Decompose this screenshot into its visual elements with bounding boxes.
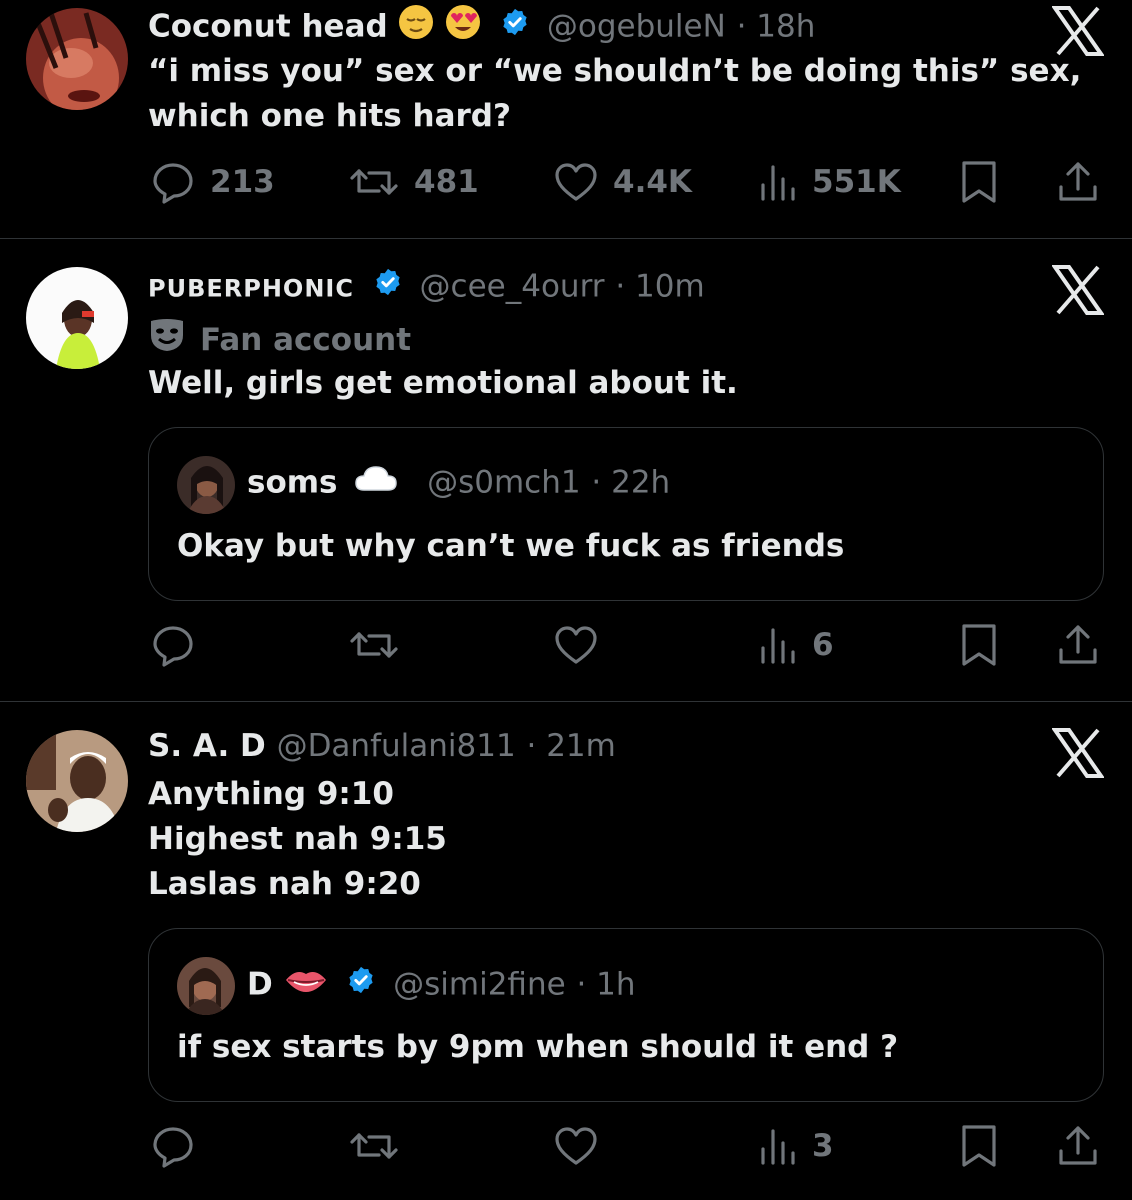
tweet-2[interactable]: PUBERPHONIC @cee_4ourr · 10m Fan account… bbox=[0, 239, 1132, 701]
author-name[interactable]: Coconut head bbox=[148, 9, 388, 45]
heart-icon bbox=[555, 163, 597, 201]
quoted-author-handle: @simi2fine bbox=[393, 966, 566, 1003]
quoted-timestamp: · 22h bbox=[591, 464, 671, 501]
bookmark-icon bbox=[962, 1125, 996, 1167]
timestamp[interactable]: · 21m bbox=[526, 728, 615, 764]
bookmark-button[interactable] bbox=[958, 1116, 1000, 1176]
action-bar: 3 bbox=[0, 1116, 1132, 1176]
like-button[interactable] bbox=[553, 1116, 599, 1176]
tweet-text-line: which one hits hard? bbox=[148, 98, 511, 134]
author-name[interactable]: PUBERPHONIC bbox=[148, 275, 354, 303]
bookmark-button[interactable] bbox=[958, 152, 1000, 212]
quoted-avatar bbox=[177, 957, 235, 1015]
retweet-button[interactable] bbox=[348, 1116, 400, 1176]
tweet-text: Anything 9:10 Highest nah 9:15 Laslas na… bbox=[148, 772, 447, 907]
author-line: PUBERPHONIC @cee_4ourr · 10m bbox=[148, 267, 705, 309]
verified-badge-icon bbox=[500, 7, 530, 45]
retweet-icon bbox=[350, 632, 398, 658]
view-count: 3 bbox=[812, 1128, 834, 1164]
quoted-text: Okay but why can’t we fuck as friends bbox=[177, 528, 845, 564]
heart-eyes-emoji bbox=[445, 4, 481, 48]
quoted-text: if sex starts by 9pm when should it end … bbox=[177, 1029, 899, 1065]
avatar[interactable] bbox=[26, 267, 128, 369]
retweet-button[interactable] bbox=[348, 615, 400, 675]
bookmark-icon bbox=[962, 161, 996, 203]
fan-account-text: Fan account bbox=[200, 322, 412, 358]
reply-button[interactable]: 213 bbox=[150, 152, 275, 212]
quoted-author-name: D bbox=[247, 966, 273, 1003]
tweet-3[interactable]: S. A. D @Danfulani811 · 21m Anything 9:1… bbox=[0, 702, 1132, 1200]
retweet-button[interactable]: 481 bbox=[348, 152, 479, 212]
share-button[interactable] bbox=[1055, 615, 1101, 675]
bookmark-button[interactable] bbox=[958, 615, 1000, 675]
quoted-timestamp: · 1h bbox=[576, 966, 636, 1003]
reply-icon bbox=[153, 1127, 193, 1168]
reply-button[interactable] bbox=[150, 615, 196, 675]
reply-button[interactable] bbox=[150, 1116, 196, 1176]
share-icon bbox=[1059, 162, 1097, 201]
bookmark-icon bbox=[962, 624, 996, 666]
views-button[interactable]: 551K bbox=[758, 152, 901, 212]
author-handle[interactable]: @Danfulani811 bbox=[277, 728, 516, 764]
x-logo-icon bbox=[1051, 265, 1105, 315]
author-line: S. A. D @Danfulani811 · 21m bbox=[148, 728, 616, 764]
view-count: 6 bbox=[812, 627, 834, 663]
tweet-text-line: Highest nah 9:15 bbox=[148, 821, 447, 857]
tweet-text: “i miss you” sex or “we shouldn’t be doi… bbox=[148, 49, 1081, 139]
views-button[interactable]: 3 bbox=[758, 1116, 834, 1176]
author-name[interactable]: S. A. D bbox=[148, 728, 266, 764]
author-handle[interactable]: @cee_4ourr bbox=[420, 269, 605, 305]
quoted-avatar bbox=[177, 456, 235, 514]
like-button[interactable] bbox=[553, 615, 599, 675]
reply-count: 213 bbox=[210, 164, 275, 200]
quoted-author-line: D @simi2fine · 1h bbox=[247, 965, 636, 1007]
cloud-emoji bbox=[354, 464, 398, 500]
author-handle[interactable]: @ogebuleN bbox=[547, 9, 726, 45]
lips-emoji bbox=[284, 966, 328, 1002]
quoted-tweet[interactable]: soms @s0mch1 · 22h Okay but why can’t we… bbox=[148, 427, 1104, 601]
reply-icon bbox=[153, 163, 193, 204]
like-count: 4.4K bbox=[613, 164, 692, 200]
quoted-author-line: soms @s0mch1 · 22h bbox=[247, 464, 670, 504]
avatar[interactable] bbox=[26, 730, 128, 832]
tweet-1[interactable]: Coconut head @ogebuleN · 18h “i miss you… bbox=[0, 0, 1132, 238]
reply-icon bbox=[153, 626, 193, 667]
retweet-icon bbox=[350, 169, 398, 195]
retweet-count: 481 bbox=[414, 164, 479, 200]
tweet-text-line: Laslas nah 9:20 bbox=[148, 866, 421, 902]
analytics-icon bbox=[761, 1129, 795, 1165]
tweet-text-line: Well, girls get emotional about it. bbox=[148, 365, 738, 401]
share-button[interactable] bbox=[1055, 1116, 1101, 1176]
views-button[interactable]: 6 bbox=[758, 615, 834, 675]
timestamp[interactable]: · 10m bbox=[615, 269, 704, 305]
x-logo-icon bbox=[1051, 728, 1105, 778]
tweet-text-line: Anything 9:10 bbox=[148, 776, 394, 812]
like-button[interactable]: 4.4K bbox=[553, 152, 692, 212]
share-icon bbox=[1059, 1126, 1097, 1165]
share-button[interactable] bbox=[1055, 152, 1101, 212]
share-icon bbox=[1059, 625, 1097, 664]
verified-badge-icon bbox=[373, 267, 403, 305]
analytics-icon bbox=[761, 628, 795, 664]
tweet-text: Well, girls get emotional about it. bbox=[148, 361, 738, 406]
action-bar: 213 481 4.4K 551K bbox=[0, 152, 1132, 212]
avatar[interactable] bbox=[26, 8, 128, 110]
tweet-text-line: “i miss you” sex or “we shouldn’t be doi… bbox=[148, 53, 1082, 89]
action-bar: 6 bbox=[0, 615, 1132, 675]
timestamp[interactable]: · 18h bbox=[737, 9, 816, 45]
theater-masks-icon bbox=[148, 317, 186, 361]
view-count: 551K bbox=[812, 164, 901, 200]
retweet-icon bbox=[350, 1133, 398, 1159]
author-line: Coconut head @ogebuleN · 18h bbox=[148, 4, 815, 52]
quoted-author-name: soms bbox=[247, 464, 338, 501]
verified-badge-icon bbox=[346, 965, 376, 1003]
relieved-face-emoji bbox=[398, 4, 434, 48]
heart-icon bbox=[555, 1127, 597, 1165]
quoted-tweet[interactable]: D @simi2fine · 1h if sex starts by 9pm w… bbox=[148, 928, 1104, 1102]
analytics-icon bbox=[761, 165, 795, 201]
heart-icon bbox=[555, 626, 597, 664]
fan-account-label: Fan account bbox=[148, 317, 411, 366]
quoted-author-handle: @s0mch1 bbox=[427, 464, 581, 501]
